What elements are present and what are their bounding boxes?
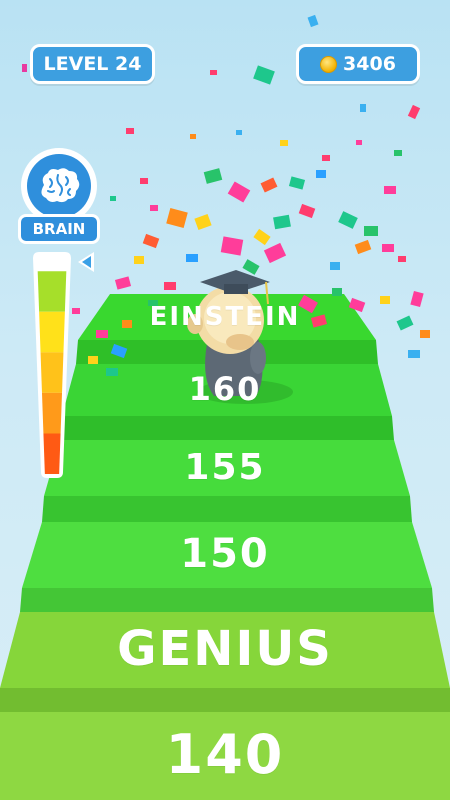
step-genius-front xyxy=(0,688,450,712)
step-label-160: 160 xyxy=(188,370,262,408)
coin-count: 3406 xyxy=(343,53,396,75)
brain-label-tag: BRAIN xyxy=(18,214,100,244)
brain-meter-segment xyxy=(40,352,64,393)
brain-meter-segment xyxy=(43,433,61,474)
brain-meter-segment xyxy=(39,311,65,353)
step-label-140: 140 xyxy=(165,722,285,786)
coin-counter: 3406 xyxy=(296,44,420,84)
level-indicator: LEVEL 24 xyxy=(30,44,155,84)
coin-icon xyxy=(320,55,338,73)
step-label-150: 150 xyxy=(180,531,270,577)
step-160-front xyxy=(60,416,394,440)
brain-meter-segment xyxy=(37,271,67,312)
brain-icon xyxy=(41,168,80,203)
brain-meter-segment xyxy=(41,392,63,434)
brain-meter xyxy=(33,252,71,478)
step-label-einstein: EINSTEIN xyxy=(149,302,301,332)
step-155-front xyxy=(42,496,412,522)
brain-badge: BRAIN xyxy=(18,148,100,248)
game-scene: EINSTEIN 160 155 150 GENIUS 140 LEVEL 24… xyxy=(0,0,450,800)
step-label-genius: GENIUS xyxy=(117,621,333,677)
step-label-155: 155 xyxy=(184,446,266,488)
step-150-front xyxy=(20,588,434,612)
level-label: LEVEL 24 xyxy=(43,53,142,75)
